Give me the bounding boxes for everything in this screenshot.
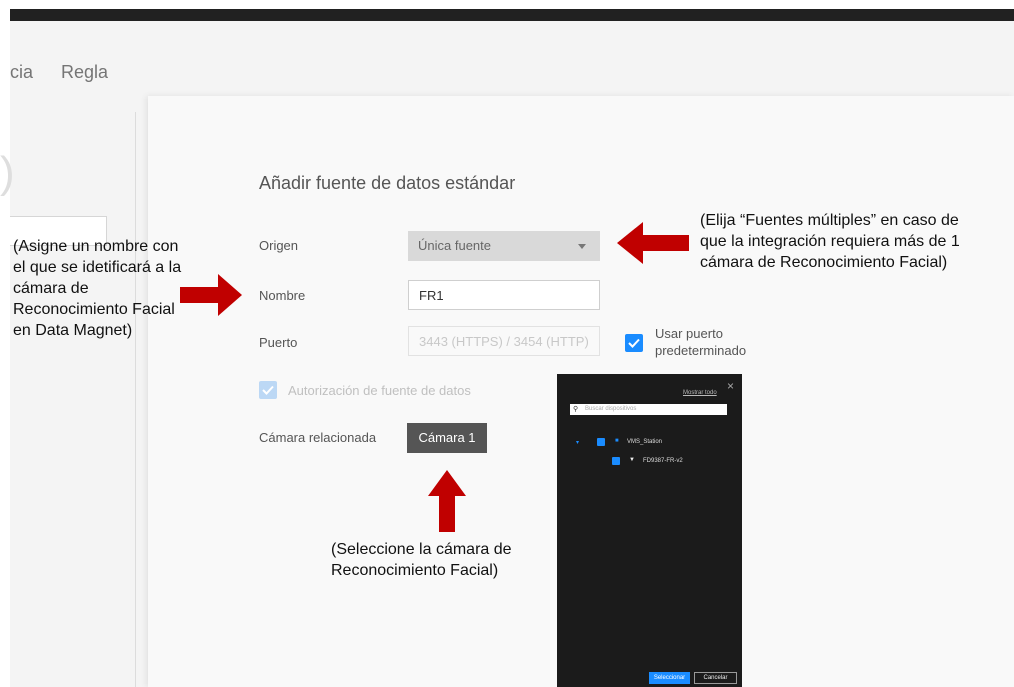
origen-value: Única fuente	[418, 238, 491, 253]
select-camera-button[interactable]: Cámara 1	[407, 423, 487, 453]
top-bar	[10, 9, 1014, 21]
folder-icon: ■	[615, 438, 619, 444]
device-checkbox[interactable]	[612, 457, 620, 465]
default-port-checkbox[interactable]	[625, 334, 643, 352]
puerto-input: 3443 (HTTPS) / 3454 (HTTP)	[408, 326, 600, 356]
arrow-up-icon	[428, 470, 466, 532]
nombre-label: Nombre	[259, 288, 306, 303]
tab-regla[interactable]: Regla	[61, 62, 108, 83]
cancel-button[interactable]: Cancelar	[694, 672, 737, 684]
authorization-label: Autorización de fuente de datos	[288, 383, 471, 398]
check-icon	[628, 338, 640, 348]
station-checkbox[interactable]	[597, 438, 605, 446]
tab-cia[interactable]: cia	[10, 62, 33, 83]
origen-label: Origen	[259, 238, 299, 253]
close-icon[interactable]: ×	[727, 379, 734, 393]
dialog-title: Añadir fuente de datos estándar	[259, 173, 516, 193]
camara-label: Cámara relacionada	[259, 430, 377, 445]
device-search-input[interactable]: ⚲ Buscar dispositivos	[570, 404, 727, 415]
default-port-label: Usar puerto predeterminado	[655, 326, 747, 358]
device-label: FD9387-FR-v2	[643, 458, 683, 464]
arrow-right-icon	[180, 274, 242, 316]
annotation-left: (Asigne un nombre con el que se idetific…	[13, 238, 182, 339]
search-icon: ⚲	[573, 406, 579, 413]
check-icon	[262, 385, 274, 395]
station-label: VMS_Station	[627, 439, 663, 445]
annotation-right: (Elija “Fuentes múltiples” en caso de qu…	[700, 212, 960, 271]
puerto-label: Puerto	[259, 335, 298, 350]
chevron-down-icon	[578, 244, 586, 249]
expand-chevron-icon[interactable]: ▾	[576, 439, 579, 446]
select-button[interactable]: Seleccionar	[649, 672, 690, 684]
show-all-link[interactable]: Mostrar todo	[683, 390, 717, 396]
origen-select[interactable]: Única fuente	[408, 231, 600, 261]
left-panel	[10, 112, 136, 687]
nombre-input[interactable]: FR1	[408, 280, 600, 310]
camera-icon: ▼	[629, 457, 635, 463]
ghost-text: )	[0, 148, 15, 197]
annotation-bottom: (Seleccione la cámara de Reconocimiento …	[331, 541, 512, 579]
device-picker: × Mostrar todo ⚲ Buscar dispositivos ▾ ■…	[557, 374, 742, 687]
authorization-checkbox	[259, 381, 277, 399]
arrow-left-icon	[617, 222, 689, 264]
